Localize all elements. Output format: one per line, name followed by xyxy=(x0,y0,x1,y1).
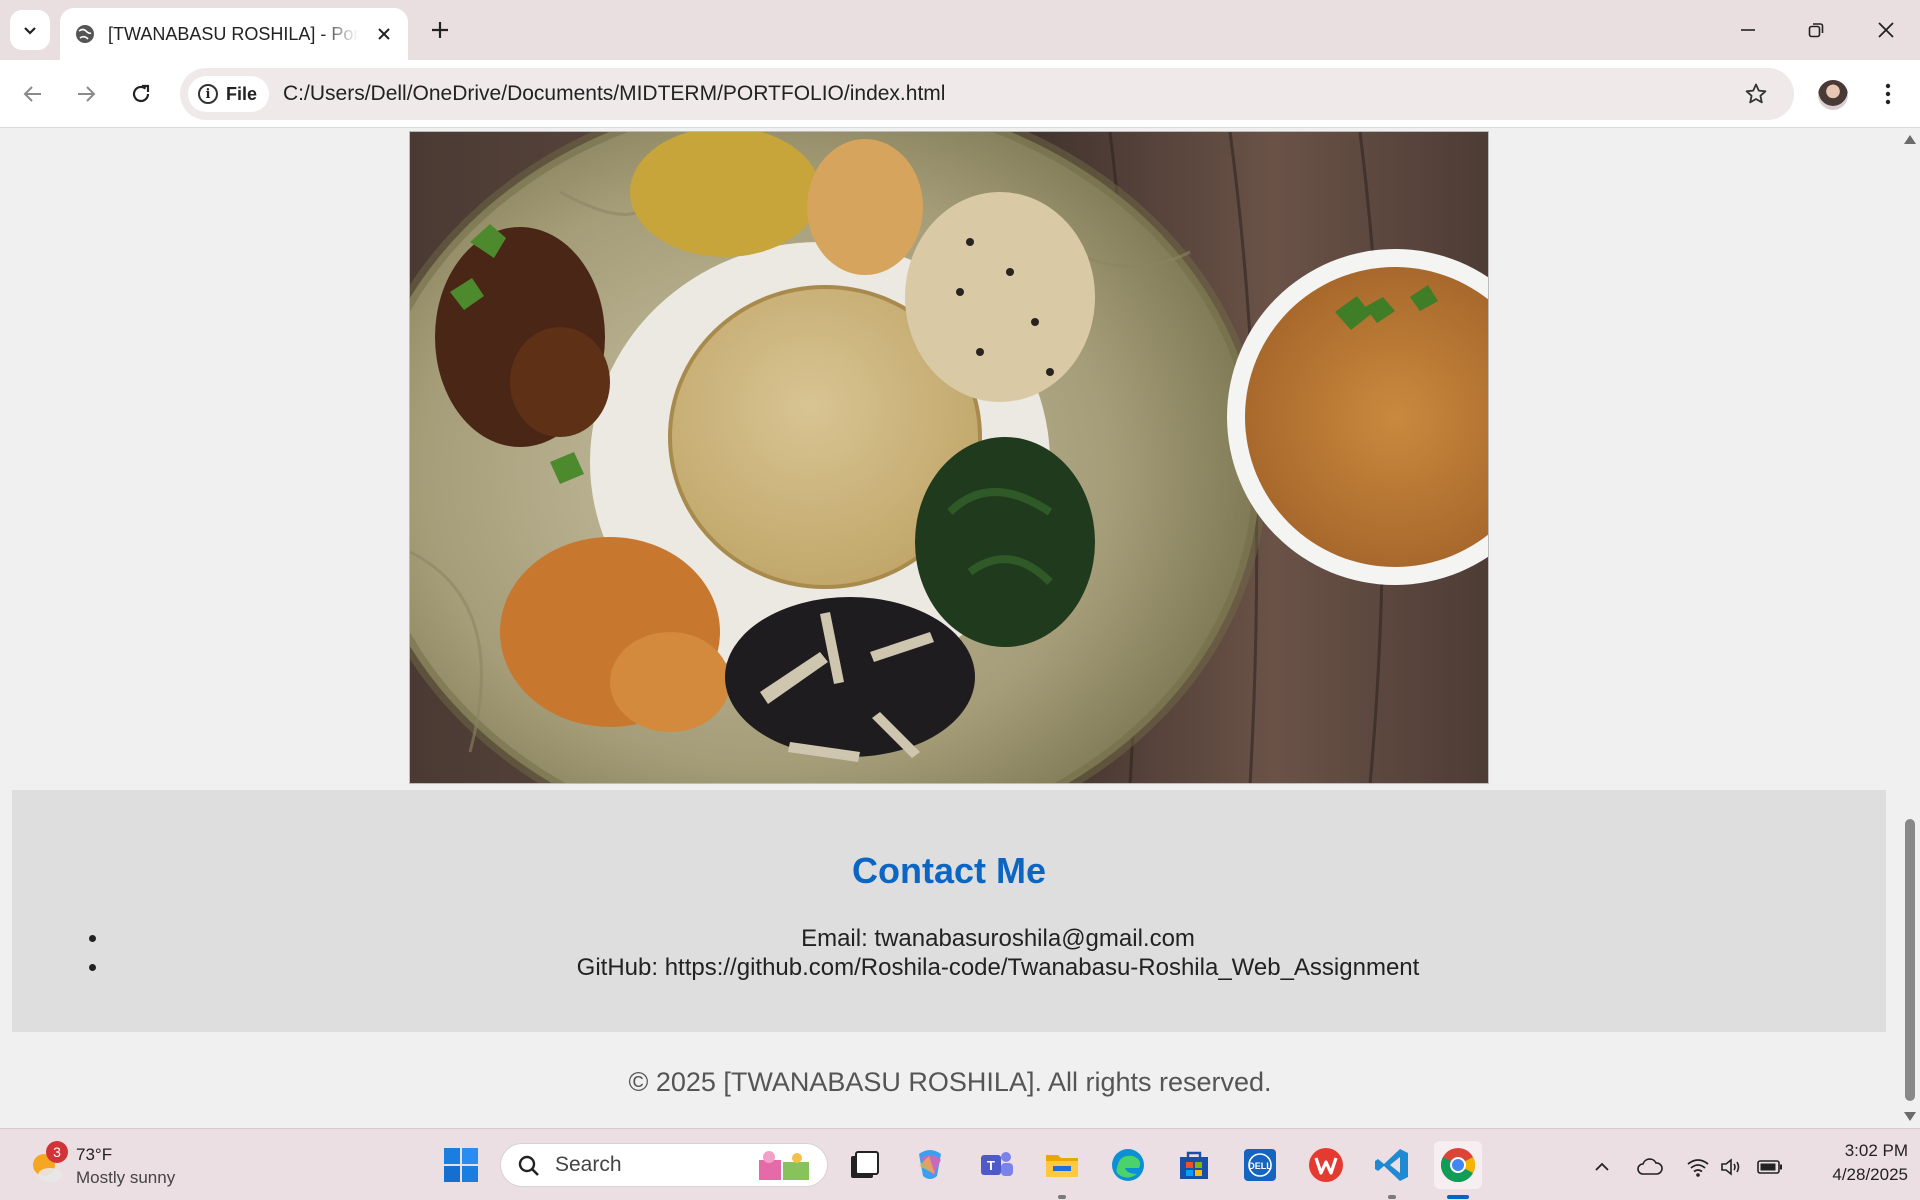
globe-icon xyxy=(74,23,96,45)
task-view-icon xyxy=(851,1151,879,1178)
info-icon: i xyxy=(198,84,218,104)
page-scrollbar[interactable] xyxy=(1900,129,1920,1127)
file-explorer-button[interactable] xyxy=(1038,1141,1086,1189)
wps-office-icon xyxy=(1309,1148,1343,1182)
cloud-icon xyxy=(1637,1158,1663,1175)
profile-avatar[interactable] xyxy=(1818,80,1848,110)
tab-strip: [TWANABASU ROSHILA] - Portfolio xyxy=(0,0,1920,60)
more-vertical-icon xyxy=(1885,83,1891,105)
chevron-up-icon xyxy=(1595,1162,1609,1171)
gift-icon xyxy=(759,1151,809,1180)
chrome-button[interactable] xyxy=(1434,1141,1482,1189)
thali-illustration xyxy=(410,132,1488,783)
vscode-icon xyxy=(1375,1149,1408,1181)
food-image xyxy=(409,131,1489,784)
store-button[interactable] xyxy=(1170,1141,1218,1189)
url-text[interactable]: C:/Users/Dell/OneDrive/Documents/MIDTERM… xyxy=(283,82,945,106)
system-clock[interactable]: 3:02 PM 4/28/2025 xyxy=(1800,1139,1908,1187)
back-button[interactable] xyxy=(15,76,51,112)
active-tab[interactable]: [TWANABASU ROSHILA] - Portfolio xyxy=(60,8,408,60)
bookmark-star-icon[interactable] xyxy=(1742,80,1770,108)
page-content: Contact Me Email: twanabasuroshila@gmail… xyxy=(0,129,1900,1127)
dell-button[interactable]: DELL xyxy=(1236,1141,1284,1189)
wifi-tray[interactable] xyxy=(1684,1153,1712,1181)
browser-toolbar: i File C:/Users/Dell/OneDrive/Documents/… xyxy=(0,60,1920,128)
show-hidden-icons-button[interactable] xyxy=(1588,1153,1616,1181)
contact-email: Email: twanabasuroshila@gmail.com xyxy=(110,924,1886,953)
start-button[interactable] xyxy=(437,1141,485,1189)
address-bar[interactable]: i File C:/Users/Dell/OneDrive/Documents/… xyxy=(180,68,1794,120)
chevron-down-icon xyxy=(24,27,36,35)
teams-icon: T xyxy=(981,1152,1013,1176)
search-label: Search xyxy=(555,1153,622,1176)
arrow-left-icon xyxy=(23,86,41,102)
clock-time: 3:02 PM xyxy=(1844,1141,1908,1160)
onedrive-tray[interactable] xyxy=(1636,1153,1664,1181)
arrow-right-icon xyxy=(78,86,96,102)
copilot-button[interactable] xyxy=(906,1141,954,1189)
scroll-thumb[interactable] xyxy=(1905,819,1915,1101)
wps-office-button[interactable] xyxy=(1302,1141,1350,1189)
clock-date: 4/28/2025 xyxy=(1832,1165,1908,1184)
dell-icon: DELL xyxy=(1244,1149,1276,1181)
forward-button[interactable] xyxy=(68,76,104,112)
folder-icon xyxy=(1046,1155,1078,1177)
weather-widget[interactable]: 3 73°F Mostly sunny xyxy=(28,1141,228,1191)
edge-icon xyxy=(1112,1149,1144,1181)
restore-button[interactable] xyxy=(1794,8,1838,52)
task-view-button[interactable] xyxy=(840,1141,888,1189)
close-tab-icon[interactable] xyxy=(372,22,396,46)
restore-icon xyxy=(1808,23,1824,38)
wifi-icon xyxy=(1687,1159,1709,1177)
contact-github: GitHub: https://github.com/Roshila-code/… xyxy=(110,953,1886,982)
minimize-button[interactable] xyxy=(1726,8,1770,52)
svg-text:DELL: DELL xyxy=(1248,1161,1272,1171)
browser-menu-button[interactable] xyxy=(1872,78,1904,110)
site-info-chip[interactable]: i File xyxy=(188,76,270,112)
contact-section: Contact Me Email: twanabasuroshila@gmail… xyxy=(12,790,1886,1032)
weather-temp: 73°F xyxy=(76,1145,113,1164)
store-icon xyxy=(1180,1151,1208,1179)
close-window-button[interactable] xyxy=(1864,8,1908,52)
notification-badge: 3 xyxy=(46,1141,68,1163)
vscode-button[interactable] xyxy=(1368,1141,1416,1189)
minimize-icon xyxy=(1741,29,1755,31)
reload-icon xyxy=(132,84,150,103)
tab-search-button[interactable] xyxy=(10,10,50,50)
chrome-active-indicator xyxy=(1447,1195,1469,1199)
chrome-icon xyxy=(1441,1148,1475,1182)
battery-tray[interactable] xyxy=(1756,1153,1784,1181)
footer-copyright: © 2025 [TWANABASU ROSHILA]. All rights r… xyxy=(628,1067,1272,1097)
new-tab-button[interactable] xyxy=(424,14,456,46)
tab-title: [TWANABASU ROSHILA] - Portfolio xyxy=(108,23,358,44)
battery-icon xyxy=(1757,1160,1782,1174)
edge-button[interactable] xyxy=(1104,1141,1152,1189)
search-icon xyxy=(518,1155,539,1176)
scroll-up-arrow-icon[interactable] xyxy=(1904,135,1916,144)
windows-taskbar: 3 73°F Mostly sunny Search T DELL 3:02 P… xyxy=(0,1128,1920,1200)
plus-icon xyxy=(432,22,448,38)
svg-text:T: T xyxy=(987,1158,995,1173)
explorer-running-indicator xyxy=(1058,1195,1066,1199)
teams-button[interactable]: T xyxy=(972,1141,1020,1189)
vscode-running-indicator xyxy=(1388,1195,1396,1199)
taskbar-search[interactable]: Search xyxy=(500,1143,828,1187)
copilot-icon xyxy=(919,1150,941,1179)
speaker-icon xyxy=(1721,1158,1740,1176)
reload-button[interactable] xyxy=(123,76,159,112)
close-icon xyxy=(1878,22,1894,38)
contact-list: Email: twanabasuroshila@gmail.com GitHub… xyxy=(12,924,1886,982)
contact-heading: Contact Me xyxy=(851,850,1046,891)
weather-desc: Mostly sunny xyxy=(76,1168,176,1187)
scroll-down-arrow-icon[interactable] xyxy=(1904,1112,1916,1121)
volume-tray[interactable] xyxy=(1718,1153,1746,1181)
windows-logo-icon xyxy=(444,1148,478,1182)
site-chip-label: File xyxy=(226,83,258,104)
